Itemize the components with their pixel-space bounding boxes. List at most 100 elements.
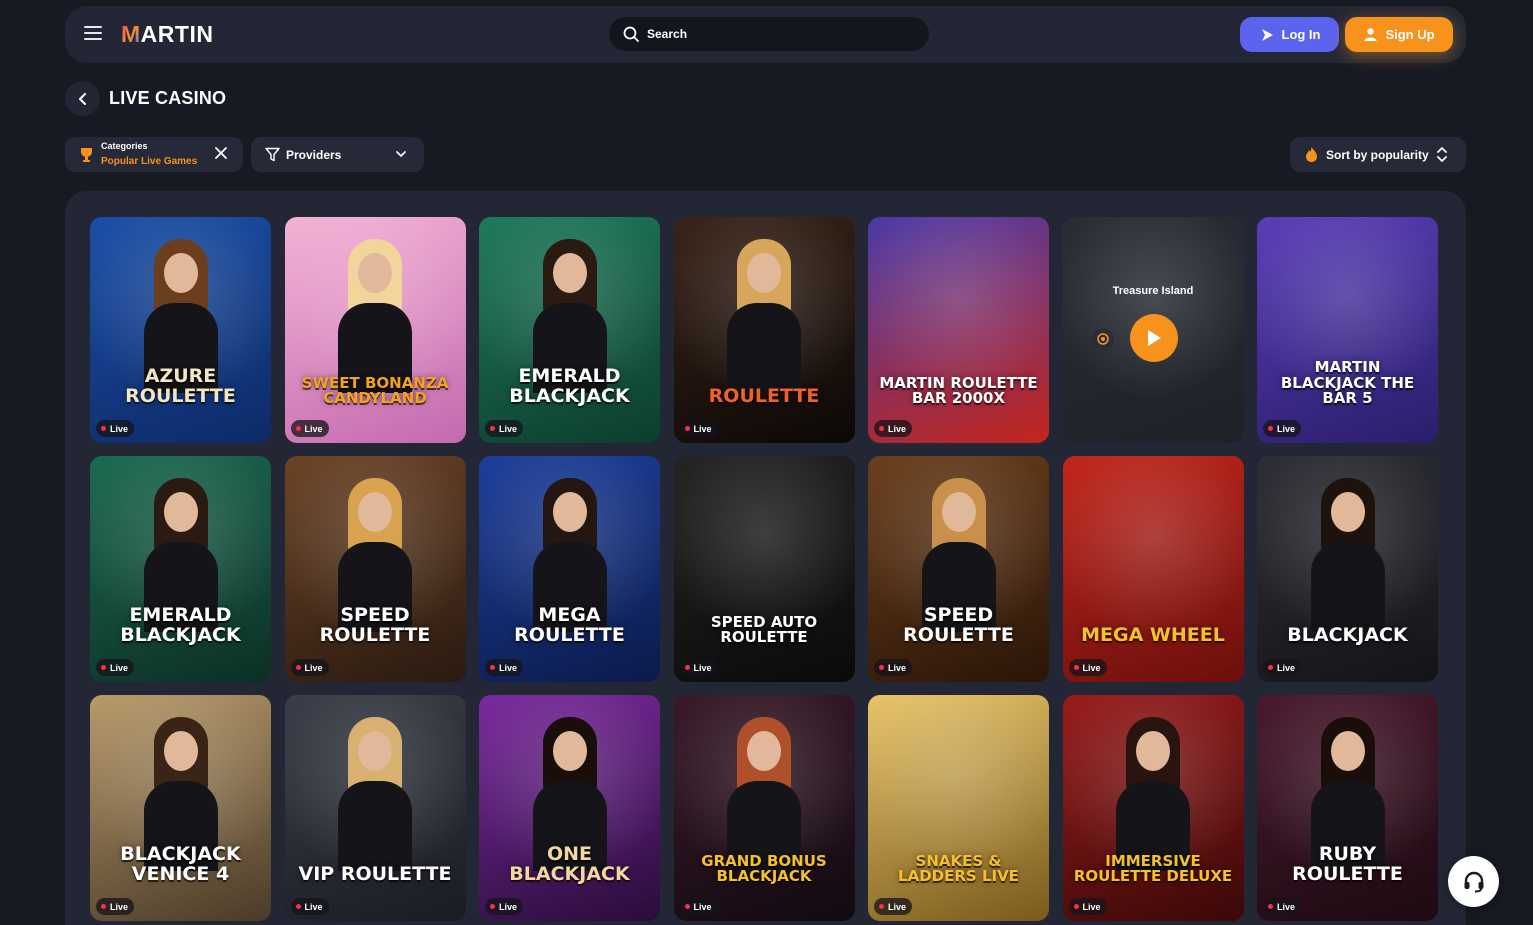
live-dot-icon	[490, 426, 495, 431]
game-title: Emerald Blackjack	[120, 604, 241, 647]
dealer-image	[1307, 711, 1389, 871]
game-title: Sweet Bonanza Candyland	[301, 373, 449, 408]
game-tile[interactable]: Immersive Roulette Deluxe Live	[1062, 695, 1244, 921]
live-badge: Live	[485, 659, 524, 676]
game-title: Blackjack Venice 4	[120, 843, 241, 886]
logo[interactable]: MARTIN	[121, 21, 213, 48]
live-badge: Live	[96, 420, 135, 437]
signup-label: Sign Up	[1385, 27, 1435, 42]
game-title: Martin Roulette Bar 2000x	[879, 373, 1038, 408]
back-button[interactable]	[65, 81, 100, 116]
play-button[interactable]	[1129, 314, 1178, 362]
login-icon	[1261, 28, 1273, 41]
live-label: Live	[110, 901, 129, 912]
live-label: Live	[499, 423, 518, 434]
fire-icon	[1306, 147, 1317, 162]
live-label: Live	[888, 423, 907, 434]
providers-filter[interactable]: Providers	[251, 137, 424, 172]
live-dot-icon	[879, 665, 884, 670]
category-value: Popular Live Games	[101, 156, 198, 167]
dealer-image	[1307, 472, 1389, 632]
live-badge: Live	[485, 420, 524, 437]
live-badge: Live	[1263, 659, 1302, 676]
game-artwork	[868, 217, 1049, 443]
category-caption: Categories	[101, 141, 148, 151]
game-tile[interactable]: Speed Auto Roulette Live	[673, 456, 855, 682]
category-filter[interactable]: Categories Popular Live Games	[65, 137, 243, 172]
game-tile[interactable]: Snakes & Ladders Live Live	[868, 695, 1049, 921]
game-title: Speed Roulette	[903, 604, 1014, 647]
dealer-image	[1112, 711, 1194, 871]
game-tile[interactable]: Emerald Blackjack Live	[90, 456, 271, 682]
live-dot-icon	[1073, 665, 1079, 670]
game-tile[interactable]: Blackjack Live	[1257, 456, 1438, 682]
game-tile[interactable]: Ruby Roulette Live	[1257, 695, 1438, 921]
live-label: Live	[1082, 662, 1101, 673]
game-tile[interactable]: One Blackjack Live	[479, 695, 660, 921]
login-button[interactable]: Log In	[1240, 17, 1339, 52]
game-tile[interactable]: Emerald Blackjack Live	[479, 217, 660, 443]
live-label: Live	[888, 901, 907, 912]
live-badge: Live	[290, 898, 329, 915]
live-label: Live	[693, 423, 712, 434]
live-label: Live	[693, 662, 712, 673]
games-grid: Azure Roulette Live Sweet Bonanza Candylan…	[90, 217, 1438, 921]
search-input[interactable]	[647, 17, 917, 51]
game-tile[interactable]: Mega Roulette Live	[479, 456, 660, 682]
sort-dropdown[interactable]: Sort by popularity	[1290, 137, 1466, 172]
game-title: One Blackjack	[509, 843, 630, 886]
game-tile[interactable]: Grand Bonus Blackjack Live	[673, 695, 855, 921]
dealer-image	[334, 233, 416, 393]
live-dot-icon	[879, 426, 884, 431]
dealer-image	[334, 711, 416, 871]
providers-label: Providers	[286, 148, 342, 162]
live-dot-icon	[684, 426, 690, 431]
signup-button[interactable]: Sign Up	[1345, 17, 1453, 52]
live-badge: Live	[1068, 659, 1107, 676]
dealer-image	[140, 472, 222, 632]
game-title: VIP Roulette	[298, 863, 452, 886]
game-tile[interactable]: Martin Blackjack The Bar 5 Live	[1257, 217, 1438, 443]
provider-icon	[1091, 328, 1114, 350]
game-tile[interactable]: Treasure Island	[1062, 217, 1244, 443]
dealer-image	[140, 233, 222, 393]
game-title: Speed Auto Roulette	[710, 612, 818, 647]
game-tile[interactable]: Speed Roulette Live	[868, 456, 1049, 682]
search-bar[interactable]	[609, 17, 929, 51]
filter-icon	[265, 147, 280, 162]
dealer-image	[140, 711, 222, 871]
game-title: Speed Roulette	[319, 604, 431, 647]
live-badge: Live	[1068, 898, 1107, 915]
game-tile[interactable]: Azure Roulette Live	[90, 217, 271, 443]
live-badge: Live	[290, 659, 329, 676]
live-dot-icon	[1268, 904, 1273, 909]
dealer-image	[723, 711, 805, 871]
game-tile[interactable]: Mega Wheel Live	[1062, 456, 1244, 682]
live-badge: Live	[1263, 898, 1302, 915]
chevron-left-icon	[78, 92, 86, 105]
live-dot-icon	[684, 665, 690, 670]
dealer-image	[529, 711, 611, 871]
sort-arrows-icon	[1437, 147, 1447, 162]
game-artwork	[1062, 456, 1244, 682]
menu-icon[interactable]	[84, 26, 102, 42]
game-tile[interactable]: Roulette Live	[673, 217, 855, 443]
live-badge: Live	[96, 659, 135, 676]
live-label: Live	[499, 901, 518, 912]
live-badge: Live	[679, 898, 718, 915]
live-badge: Live	[96, 898, 135, 915]
game-tile[interactable]: VIP Roulette Live	[284, 695, 466, 921]
game-tile[interactable]: Sweet Bonanza Candyland Live	[284, 217, 466, 443]
game-title: Azure Roulette	[125, 365, 236, 408]
live-badge: Live	[874, 420, 913, 437]
live-label: Live	[1277, 901, 1296, 912]
dealer-image	[334, 472, 416, 632]
dealer-image	[723, 233, 805, 393]
close-icon[interactable]	[215, 147, 227, 159]
support-chat-button[interactable]	[1448, 856, 1499, 907]
game-title: Treasure Island	[1112, 285, 1194, 297]
game-tile[interactable]: Martin Roulette Bar 2000x Live	[868, 217, 1049, 443]
game-tile[interactable]: Blackjack Venice 4 Live	[90, 695, 271, 921]
game-tile[interactable]: Speed Roulette Live	[284, 456, 466, 682]
dealer-image	[529, 472, 611, 632]
